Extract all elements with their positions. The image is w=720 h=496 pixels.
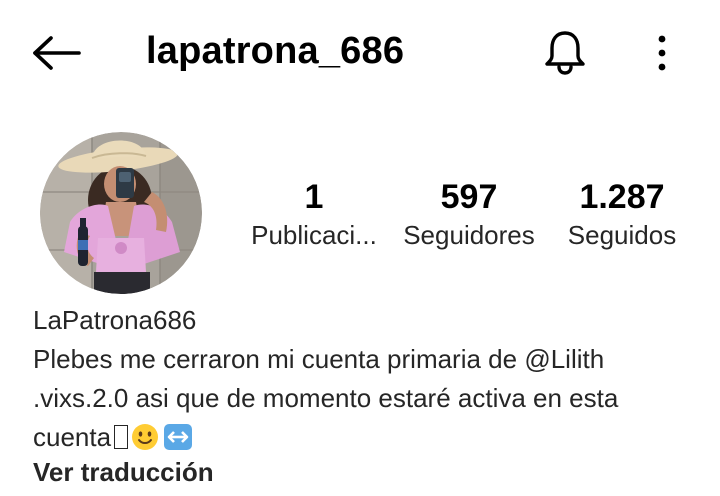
profile-photo — [40, 132, 202, 294]
following-count: 1.287 — [579, 178, 665, 216]
notifications-button[interactable] — [540, 26, 590, 78]
followers-label: Seguidores — [403, 220, 535, 250]
bio-line: Plebes me cerraron mi cuenta primaria de… — [33, 344, 605, 374]
more-options-button[interactable] — [642, 28, 682, 78]
posts-stat[interactable]: 1 Publicaci... — [244, 176, 384, 252]
display-name: LaPatrona686 — [33, 305, 197, 335]
profile-username: lapatrona_686 — [146, 30, 405, 72]
following-label: Seguidos — [567, 220, 677, 250]
posts-count: 1 — [304, 178, 324, 216]
top-app-bar: lapatrona_686 — [0, 0, 720, 104]
see-translation-link[interactable]: Ver traducción — [33, 454, 214, 490]
bio-line: .vixs.2.0 asi que de momento estaré acti… — [33, 383, 619, 413]
arrow-left-icon — [33, 36, 81, 70]
followers-count: 597 — [440, 178, 498, 216]
bell-icon — [545, 31, 585, 75]
following-stat[interactable]: 1.287 Seguidos — [560, 176, 684, 252]
bio-line-text: cuenta — [33, 422, 112, 452]
unsupported-glyph-icon — [114, 425, 129, 449]
profile-avatar[interactable] — [40, 132, 202, 294]
more-vertical-icon — [658, 35, 666, 71]
followers-stat[interactable]: 597 Seguidores — [396, 176, 542, 252]
back-button[interactable] — [30, 30, 82, 76]
posts-label: Publicaci... — [251, 220, 377, 250]
profile-bio: Plebes me cerraron mi cuenta primaria de… — [33, 340, 693, 462]
